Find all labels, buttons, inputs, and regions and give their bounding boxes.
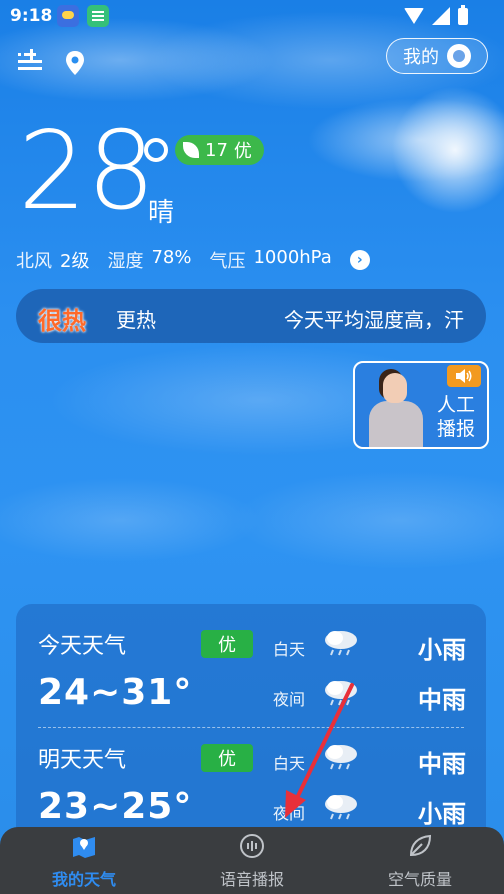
weather-tip-banner[interactable]: 很热 更热 今天平均湿度高，汗 — [16, 289, 486, 343]
current-condition: 晴 — [148, 198, 175, 228]
aqi-badge[interactable]: 17 优 — [175, 135, 264, 165]
day-condition: 中雨 — [418, 750, 466, 778]
anchor-label-line1: 人工 — [436, 394, 475, 416]
day-condition: 小雨 — [418, 636, 466, 664]
forecast-title: 明天天气 — [38, 748, 127, 773]
degree-symbol — [144, 138, 168, 162]
rain-cloud-icon — [325, 795, 357, 820]
day-label: 白天 — [273, 640, 306, 659]
heat-description: 更热 — [116, 308, 156, 332]
anchor-avatar — [361, 367, 427, 447]
forecast-aqi-badge: 优 — [201, 630, 253, 658]
current-temperature: 28 — [18, 109, 156, 234]
wind-direction: 北风 — [16, 251, 52, 272]
chevron-right-icon[interactable]: › — [349, 250, 370, 270]
leaf-icon — [183, 142, 199, 158]
forecast-temperature-range: 23~25° — [38, 786, 193, 827]
bottom-tab-bar: 我的天气 语音播报 空气质量 — [0, 827, 504, 894]
avatar-icon — [447, 44, 471, 68]
map-icon — [73, 836, 95, 858]
forecast-today[interactable]: 今天天气 优 24~31° 白天 小雨 夜间 中雨 — [16, 604, 486, 714]
voice-icon — [240, 833, 264, 858]
weather-details: 北风 2级 湿度 78% 气压 1000hPa › — [16, 247, 370, 273]
forecast-card: 今天天气 优 24~31° 白天 小雨 夜间 中雨 明天天气 优 23~25° … — [16, 604, 486, 844]
night-condition: 中雨 — [418, 686, 466, 714]
signal-icon — [432, 7, 450, 25]
my-profile-button[interactable]: 我的 — [386, 38, 488, 74]
status-time: 9:18 — [10, 6, 53, 26]
day-label: 白天 — [273, 754, 306, 773]
anchor-label-line2: 播报 — [436, 418, 475, 440]
heat-tag: 很热 — [38, 307, 86, 335]
rain-cloud-icon — [325, 745, 357, 770]
tab-air-quality[interactable]: 空气质量 — [336, 827, 504, 894]
forecast-temperature-range: 24~31° — [38, 672, 193, 713]
forecast-tomorrow[interactable]: 明天天气 优 23~25° 白天 中雨 夜间 小雨 — [16, 718, 486, 828]
rain-cloud-icon — [325, 631, 357, 656]
tab-label: 语音播报 — [219, 869, 284, 889]
tab-label: 我的天气 — [51, 869, 116, 889]
humidity-label: 湿度 — [107, 251, 144, 272]
leaf-icon — [409, 834, 432, 856]
tab-label: 空气质量 — [387, 869, 452, 889]
pressure-value: 1000hPa — [253, 247, 332, 268]
notes-app-notification-icon — [87, 5, 109, 27]
tip-marquee-text: 今天平均湿度高，汗 — [284, 308, 464, 332]
speaker-icon — [447, 365, 481, 387]
wifi-icon — [404, 8, 424, 24]
tab-my-weather[interactable]: 我的天气 — [0, 827, 168, 894]
night-label: 夜间 — [273, 804, 306, 823]
location-pin-icon[interactable] — [64, 50, 86, 76]
aqi-level: 优 — [233, 141, 252, 162]
night-label: 夜间 — [273, 690, 306, 709]
humidity-value: 78% — [151, 247, 192, 268]
wind-level: 2级 — [60, 251, 90, 272]
weather-app-notification-icon — [57, 5, 79, 27]
status-bar: 9:18 — [0, 0, 504, 34]
pressure-label: 气压 — [209, 251, 246, 272]
night-condition: 小雨 — [418, 800, 466, 828]
rain-cloud-icon — [325, 681, 357, 706]
aqi-value: 17 — [205, 139, 228, 161]
ai-broadcast-card[interactable]: 人工 播报 — [353, 361, 489, 449]
forecast-aqi-badge: 优 — [201, 744, 253, 772]
forecast-title: 今天天气 — [38, 634, 127, 659]
my-profile-label: 我的 — [403, 47, 439, 68]
tab-voice-broadcast[interactable]: 语音播报 — [168, 827, 336, 894]
battery-icon — [458, 4, 468, 25]
city-list-icon[interactable] — [16, 48, 44, 76]
